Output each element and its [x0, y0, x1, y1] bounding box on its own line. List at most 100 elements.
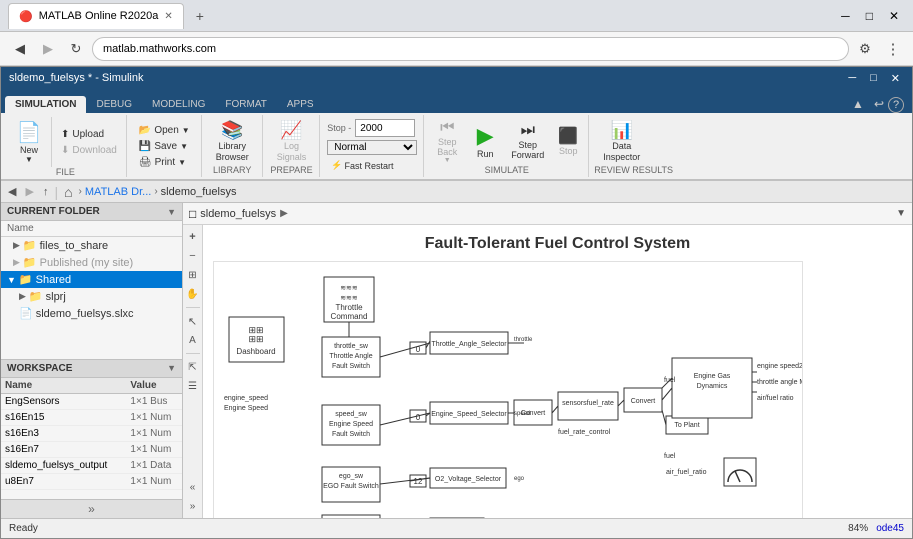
props-tool[interactable]: ☰ — [185, 378, 201, 394]
collapse-side-btn[interactable]: « — [185, 479, 201, 495]
tree-item-published[interactable]: ▶ 📁 Published (my site) — [1, 254, 182, 271]
model-nav-dropdown-btn[interactable]: ▼ — [896, 208, 906, 219]
svg-text:sensorsfuel_rate: sensorsfuel_rate — [562, 400, 614, 407]
workspace-row[interactable]: u8En71×1 Num — [1, 473, 182, 489]
prepare-group-label: PREPARE — [268, 165, 316, 175]
workspace-row[interactable]: s16En31×1 Num — [1, 425, 182, 441]
workspace-value: 1×1 Bus — [126, 393, 182, 409]
tree-item-slxc[interactable]: 📄 sldemo_fuelsys.slxc — [1, 305, 182, 322]
expand-side-btn[interactable]: » — [185, 498, 201, 514]
save-icon: 💾 — [139, 141, 151, 152]
browser-tab-active[interactable]: 🔴 MATLAB Online R2020a ✕ — [8, 3, 184, 29]
sim-up-btn[interactable]: ↑ — [40, 185, 52, 199]
step-back-button[interactable]: ⏮ StepBack ▼ — [429, 117, 465, 165]
fit-tool[interactable]: ⊞ — [185, 267, 201, 283]
expand-tool[interactable]: ⇱ — [185, 359, 201, 375]
model-nav-bar: □ sldemo_fuelsys ▶ ▼ — [183, 203, 912, 225]
data-inspector-button[interactable]: 📊 DataInspector — [594, 117, 649, 165]
back-button[interactable]: ◀ — [8, 37, 32, 61]
win-min-btn[interactable]: ─ — [844, 72, 860, 85]
diagram-canvas[interactable]: Fault-Tolerant Fuel Control System ⊞⊞ ⊞⊞… — [203, 225, 912, 518]
menu-button[interactable]: ⋮ — [881, 37, 905, 61]
tree-arrow-files: ▶ — [13, 240, 20, 251]
workspace-row[interactable]: EngSensors1×1 Bus — [1, 393, 182, 409]
zoom-out-tool[interactable]: − — [185, 248, 201, 264]
browser-window-min[interactable]: ─ — [835, 7, 856, 25]
panel-expand-icon[interactable]: » — [88, 502, 95, 516]
svg-text:engine_speed: engine_speed — [224, 395, 268, 402]
svg-text:engine speed2_out: engine speed2_out — [757, 363, 803, 370]
step-forward-button[interactable]: ⏭ StepForward — [505, 117, 550, 165]
browser-window-max[interactable]: □ — [860, 7, 879, 25]
workspace-table: Name Value EngSensors1×1 Buss16En151×1 N… — [1, 378, 182, 490]
workspace-row[interactable]: s16En71×1 Num — [1, 441, 182, 457]
extensions-button[interactable]: ⚙ — [853, 37, 877, 61]
tab-close[interactable]: ✕ — [164, 11, 172, 22]
new-tab-button[interactable]: + — [188, 4, 212, 28]
win-close-btn[interactable]: ✕ — [887, 72, 904, 85]
run-button[interactable]: ▶ Run — [467, 117, 503, 165]
workspace-row[interactable]: s16En151×1 Num — [1, 409, 182, 425]
svg-text:ego: ego — [514, 476, 525, 482]
tree-item-shared[interactable]: ▼ 📁 Shared — [1, 271, 182, 288]
sim-forward-btn[interactable]: ▶ — [22, 184, 36, 199]
refresh-button[interactable]: ↻ — [64, 37, 88, 61]
ribbon-collapse-btn[interactable]: ▲ — [846, 95, 870, 113]
stop-icon: ⬛ — [558, 126, 578, 146]
zoom-in-tool[interactable]: + — [185, 229, 201, 245]
tab-modeling[interactable]: MODELING — [142, 96, 215, 113]
current-folder-header[interactable]: CURRENT FOLDER ▼ — [1, 203, 182, 221]
tab-debug[interactable]: DEBUG — [86, 96, 142, 113]
tree-item-slprj[interactable]: ▶ 📁 slprj — [1, 288, 182, 305]
tab-format[interactable]: FORMAT — [215, 96, 276, 113]
download-button[interactable]: ⬇ Download — [56, 143, 122, 158]
stop-time-input[interactable] — [355, 119, 415, 137]
stop-label: Stop — [559, 146, 578, 156]
tree-item-files[interactable]: ▶ 📁 files_to_share — [1, 237, 182, 254]
upload-button[interactable]: ⬆ Upload — [56, 127, 122, 142]
stop-button[interactable]: ⬛ Stop — [552, 117, 584, 165]
log-signals-button[interactable]: 📈 LogSignals — [268, 117, 316, 165]
folder-icon-published: 📁 — [23, 256, 37, 269]
workspace-name: sldemo_fuelsys_output — [1, 457, 126, 473]
svg-text:≋≋≋: ≋≋≋ — [340, 285, 358, 292]
print-button[interactable]: 🖨 Print ▼ — [134, 155, 195, 170]
tab-apps[interactable]: APPS — [277, 96, 324, 113]
folder-name-header: Name — [1, 221, 182, 237]
browser-window-close[interactable]: ✕ — [883, 7, 905, 25]
open-button[interactable]: 📂 Open ▼ — [134, 123, 195, 138]
browser-chrome: 🔴 MATLAB Online R2020a ✕ + ─ □ ✕ — [0, 0, 913, 32]
address-bar[interactable] — [92, 37, 849, 61]
tree-label-shared: Shared — [36, 274, 71, 286]
fast-restart-button[interactable]: ⚡ Fast Restart — [327, 158, 417, 173]
select-tool[interactable]: ↖ — [185, 313, 201, 329]
sim-mode-select[interactable]: Normal Accelerator Rapid Accelerator — [327, 140, 417, 155]
new-button[interactable]: 📄 New ▼ — [9, 117, 49, 167]
svg-text:⊞⊞: ⊞⊞ — [248, 334, 263, 344]
pan-tool[interactable]: ✋ — [185, 286, 201, 302]
forward-button[interactable]: ▶ — [36, 37, 60, 61]
new-dropdown-arrow[interactable]: ▼ — [25, 155, 33, 164]
upload-label: Upload — [72, 129, 104, 140]
library-browser-button[interactable]: 📚 LibraryBrowser — [207, 117, 258, 165]
folder-icon-files: 📁 — [23, 239, 37, 252]
annotation-tool[interactable]: A — [185, 332, 201, 348]
workspace-value: 1×1 Num — [126, 473, 182, 489]
svg-text:To Plant: To Plant — [674, 422, 699, 429]
svg-text:≋≋≋: ≋≋≋ — [340, 295, 358, 302]
sim-home-btn[interactable]: ⌂ — [61, 183, 75, 201]
tab-simulation[interactable]: SIMULATION — [5, 96, 86, 113]
step-back-icon: ⏮ — [440, 119, 454, 137]
file-icon-slxc: 📄 — [19, 307, 33, 320]
open-icon: 📂 — [139, 125, 151, 136]
model-nav-name[interactable]: sldemo_fuelsys — [200, 208, 276, 220]
win-max-btn[interactable]: □ — [866, 72, 881, 85]
breadcrumb-matlab[interactable]: MATLAB Dr... — [85, 186, 151, 198]
svg-text:Fault Switch: Fault Switch — [332, 363, 370, 370]
save-button[interactable]: 💾 Save ▼ — [134, 139, 195, 154]
ribbon-help-btn[interactable]: ? — [888, 97, 904, 113]
sim-back-btn[interactable]: ◀ — [5, 184, 19, 199]
workspace-row[interactable]: sldemo_fuelsys_output1×1 Data — [1, 457, 182, 473]
ribbon-undo-btn[interactable]: ↩ — [870, 95, 888, 113]
workspace-header[interactable]: WORKSPACE ▼ — [1, 359, 182, 378]
